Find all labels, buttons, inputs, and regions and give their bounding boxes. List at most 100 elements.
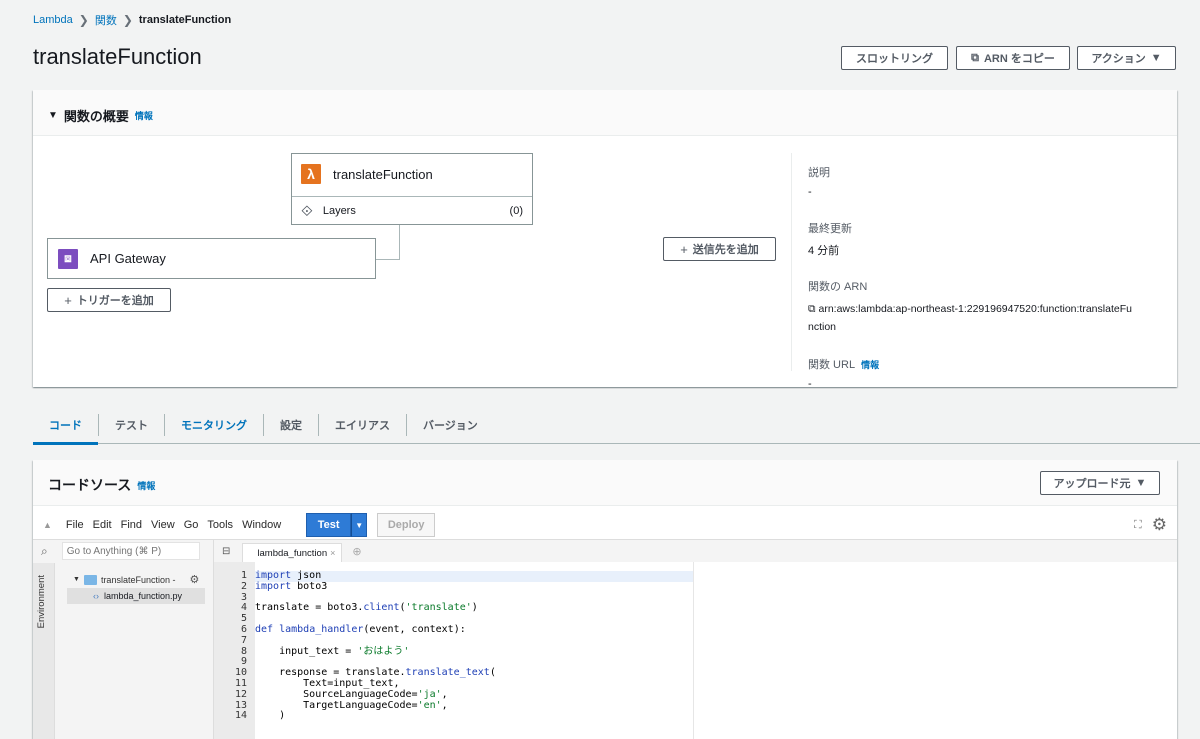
menu-go[interactable]: Go — [184, 519, 199, 531]
code-source-header: コードソース 情報 — [33, 460, 1177, 506]
upload-from-button[interactable]: アップロード元 ▼ — [1040, 471, 1160, 495]
overview-title: 関数の概要 — [63, 109, 129, 124]
breadcrumb: Lambda ❯ 関数 ❯ translateFunction — [33, 12, 231, 28]
tab-list-icon[interactable]: ⊟ — [222, 546, 230, 557]
menu-find[interactable]: Find — [121, 519, 142, 531]
function-overview-panel: ▼ 関数の概要 情報 λ translateFunction ⟐ Layers … — [33, 90, 1177, 390]
line-number: 6 — [240, 623, 247, 635]
api-gateway-icon: ⧈ — [58, 248, 78, 269]
test-button[interactable]: Test — [306, 513, 352, 537]
layers-icon: ⟐ — [301, 202, 313, 220]
trigger-node-api-gateway[interactable]: ⧈ API Gateway — [47, 238, 376, 279]
line-number: 9 — [240, 656, 247, 668]
throttle-label: スロットリング — [856, 53, 933, 65]
file-item[interactable]: ‹› lambda_function.py — [67, 588, 205, 604]
function-node[interactable]: λ translateFunction ⟐ Layers (0) — [291, 153, 533, 225]
tab-monitoring[interactable]: モニタリング — [165, 407, 263, 444]
connector-line — [376, 259, 400, 260]
line-number: 12 — [234, 688, 247, 700]
info-link[interactable]: 情報 — [137, 479, 155, 492]
go-to-anything-input[interactable] — [61, 542, 200, 560]
gear-icon[interactable]: ⚙ — [1152, 515, 1167, 535]
menu-window[interactable]: Window — [242, 519, 281, 531]
line-number: 5 — [240, 613, 247, 625]
gear-icon[interactable]: ⚙ — [189, 573, 199, 586]
tab-aliases[interactable]: エイリアス — [319, 407, 406, 444]
tab-code[interactable]: コード — [33, 407, 98, 445]
chevron-right-icon: ❯ — [122, 13, 133, 27]
add-destination-label: 送信先を追加 — [692, 244, 759, 256]
folder-item[interactable]: ▼ translateFunction - ⚙ — [73, 573, 199, 586]
info-link[interactable]: 情報 — [861, 358, 879, 371]
line-number: 2 — [240, 580, 247, 592]
arn-text: arn:aws:lambda:ap-northeast-1:2291969475… — [818, 303, 1132, 315]
copy-icon: ⧉ — [971, 51, 979, 64]
copy-icon[interactable]: ⧉ — [808, 303, 816, 315]
folder-icon — [83, 574, 97, 585]
fullscreen-icon[interactable]: ⛶ — [1134, 519, 1142, 532]
plus-icon: + — [680, 241, 688, 257]
line-number: 13 — [234, 699, 247, 711]
menu-file[interactable]: File — [66, 519, 84, 531]
deploy-button[interactable]: Deploy — [377, 513, 436, 537]
caret-down-icon: ▼ — [355, 520, 364, 530]
description-label: 説明 — [808, 167, 830, 179]
plus-icon: + — [64, 292, 72, 308]
tab-settings[interactable]: 設定 — [264, 407, 318, 444]
function-node-title: λ translateFunction — [301, 164, 433, 184]
go-to-anything-bar: ⌕ — [33, 540, 213, 562]
code-source-panel: コードソース 情報 アップロード元 ▼ ▲ File Edit Find Vie… — [33, 460, 1177, 739]
menu-view[interactable]: View — [151, 519, 175, 531]
function-url-label-row: 関数 URL 情報 — [808, 356, 1168, 372]
arn-text-cont: nction — [808, 321, 837, 333]
tab-test[interactable]: テスト — [99, 407, 164, 444]
environment-sidebar[interactable]: Environment — [33, 563, 55, 739]
menu-edit[interactable]: Edit — [93, 519, 112, 531]
layers-row[interactable]: ⟐ Layers (0) — [292, 196, 532, 225]
tab-versions[interactable]: バージョン — [407, 407, 494, 444]
breadcrumb-functions[interactable]: 関数 — [95, 12, 117, 28]
copy-arn-button[interactable]: ⧉ ARN をコピー — [956, 46, 1070, 70]
collapse-icon[interactable]: ▲ — [43, 520, 52, 530]
editor-tab-label: lambda_function — [257, 547, 328, 559]
function-node-name: translateFunction — [333, 166, 433, 182]
add-trigger-button[interactable]: + トリガーを追加 — [47, 288, 171, 312]
plus-circle-icon[interactable]: ⊕ — [352, 545, 361, 558]
breadcrumb-lambda[interactable]: Lambda — [33, 14, 73, 26]
actions-label: アクション — [1091, 53, 1146, 65]
line-number: 1 — [240, 570, 247, 581]
line-number: 14 — [234, 710, 247, 722]
overview-heading[interactable]: ▼ 関数の概要 情報 — [48, 106, 153, 125]
caret-down-icon: ▼ — [73, 576, 80, 583]
layers-label: Layers — [322, 205, 356, 217]
test-dropdown-button[interactable]: ▼ — [351, 513, 368, 537]
ide-body: ⌕ Environment ▼ translateFunction - ⚙ ‹›… — [33, 539, 1177, 739]
menu-tools[interactable]: Tools — [207, 519, 233, 531]
code-content: import json import boto3 translate = bot… — [255, 570, 496, 722]
throttle-button[interactable]: スロットリング — [841, 46, 948, 70]
arn-label: 関数の ARN — [808, 281, 868, 293]
line-number: 10 — [234, 667, 247, 679]
info-link[interactable]: 情報 — [135, 109, 153, 122]
overview-header: ▼ 関数の概要 情報 — [33, 90, 1177, 136]
code-source-heading: コードソース 情報 — [48, 475, 155, 495]
close-icon[interactable]: × — [330, 548, 335, 558]
line-number: 3 — [240, 591, 247, 603]
arn-value[interactable]: ⧉ arn:aws:lambda:ap-northeast-1:229196947… — [808, 300, 1168, 336]
editor-tabbar: ⊟ lambda_function × ⊕ — [214, 540, 1177, 562]
environment-label: Environment — [36, 575, 47, 629]
code-editor[interactable]: import json import boto3 translate = bot… — [255, 562, 1177, 739]
actions-button[interactable]: アクション ▼ — [1077, 46, 1176, 70]
ide-menubar: ▲ File Edit Find View Go Tools Window Te… — [33, 512, 1177, 538]
search-icon: ⌕ — [41, 543, 48, 558]
caret-down-icon: ▼ — [1135, 477, 1147, 489]
file-tree-pane: ⌕ Environment ▼ translateFunction - ⚙ ‹›… — [33, 540, 214, 739]
line-number: 8 — [240, 645, 247, 657]
layers-count: (0) — [509, 205, 523, 217]
page-title: translateFunction — [33, 44, 202, 69]
test-button-group: Test ▼ — [306, 513, 368, 537]
folder-name: translateFunction - — [100, 574, 176, 585]
file-code-icon: ‹› — [93, 591, 99, 601]
add-destination-button[interactable]: + 送信先を追加 — [663, 237, 776, 261]
editor-tab-lambda-function[interactable]: lambda_function × — [242, 543, 343, 562]
